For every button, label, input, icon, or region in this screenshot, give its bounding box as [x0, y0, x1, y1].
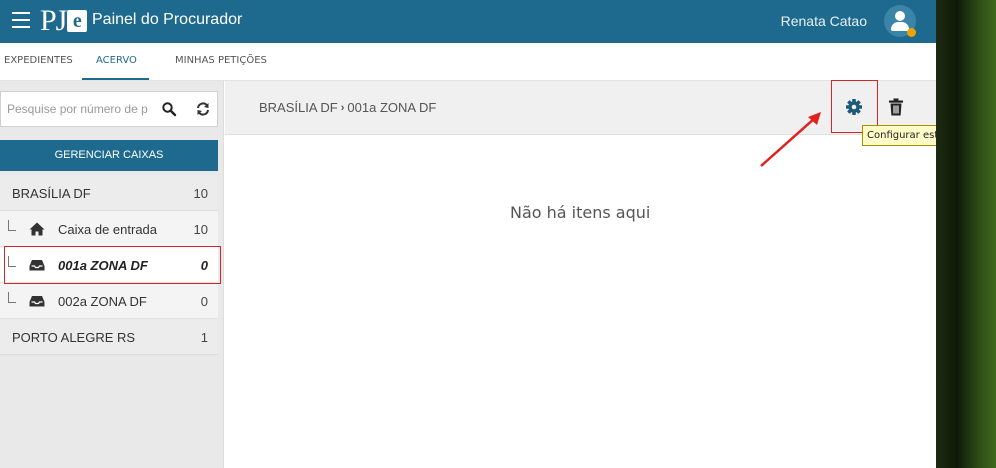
breadcrumb: BRASÍLIA DF › 001a ZONA DF	[259, 100, 436, 115]
active-tab-indicator	[82, 78, 149, 80]
group-count: 1	[200, 330, 208, 345]
box-row-002a-zona-df[interactable]: 002a ZONA DF 0	[0, 283, 218, 319]
logo-text: PJ	[40, 4, 67, 37]
tab-minhas-peticoes[interactable]: MINHAS PETIÇÕES	[175, 55, 267, 66]
tab-expedientes[interactable]: EXPEDIENTES	[4, 55, 73, 66]
search-box	[0, 91, 218, 127]
box-label: 002a ZONA DF	[58, 294, 147, 309]
tree-connector	[8, 292, 16, 303]
group-label: PORTO ALEGRE RS	[12, 330, 136, 345]
box-row-caixa-entrada[interactable]: Caixa de entrada 10	[0, 211, 218, 247]
refresh-icon[interactable]	[195, 101, 211, 117]
home-icon	[29, 222, 45, 236]
app-title: Painel do Procurador	[92, 11, 243, 28]
box-count: 0	[200, 258, 208, 273]
search-input[interactable]	[1, 92, 153, 126]
breadcrumb-item[interactable]: BRASÍLIA DF	[259, 100, 338, 115]
box-count: 0	[200, 294, 208, 309]
gear-icon[interactable]	[845, 98, 863, 116]
status-dot	[907, 28, 916, 37]
group-row-porto-alegre[interactable]: PORTO ALEGRE RS 1	[0, 319, 218, 355]
desktop-background	[936, 0, 996, 468]
avatar[interactable]	[884, 5, 916, 37]
tree-connector	[8, 256, 16, 267]
pje-logo: PJ e	[40, 4, 88, 38]
group-label: BRASÍLIA DF	[12, 186, 91, 201]
box-label: Caixa de entrada	[58, 222, 158, 237]
box-count: 10	[193, 222, 208, 237]
menu-icon[interactable]	[12, 12, 30, 28]
main-toolbar: BRASÍLIA DF › 001a ZONA DF	[225, 81, 936, 135]
header: PJ e Painel do Procurador Renata Catao	[0, 0, 936, 43]
box-label: 001a ZONA DF	[58, 258, 148, 273]
box-row-001a-zona-df[interactable]: 001a ZONA DF 0	[0, 247, 218, 283]
trash-icon[interactable]	[888, 98, 904, 116]
tree-connector	[8, 220, 16, 231]
tab-bar: EXPEDIENTES ACERVO MINHAS PETIÇÕES	[0, 43, 936, 81]
tab-acervo[interactable]: ACERVO	[96, 55, 137, 66]
group-count: 10	[193, 186, 208, 201]
breadcrumb-item: 001a ZONA DF	[347, 100, 437, 115]
user-name[interactable]: Renata Catao	[781, 13, 867, 29]
sidebar: GERENCIAR CAIXAS BRASÍLIA DF 10 Caixa de…	[0, 81, 224, 468]
manage-boxes-button[interactable]: GERENCIAR CAIXAS	[0, 140, 218, 171]
app-window: PJ e Painel do Procurador Renata Catao E…	[0, 0, 936, 468]
search-icon[interactable]	[161, 101, 177, 117]
empty-message: Não há itens aqui	[510, 203, 651, 222]
chevron-right-icon: ›	[340, 101, 345, 114]
inbox-icon	[29, 296, 45, 307]
logo-letter: e	[67, 10, 88, 32]
group-row-brasilia[interactable]: BRASÍLIA DF 10	[0, 175, 218, 211]
inbox-icon	[29, 260, 45, 271]
